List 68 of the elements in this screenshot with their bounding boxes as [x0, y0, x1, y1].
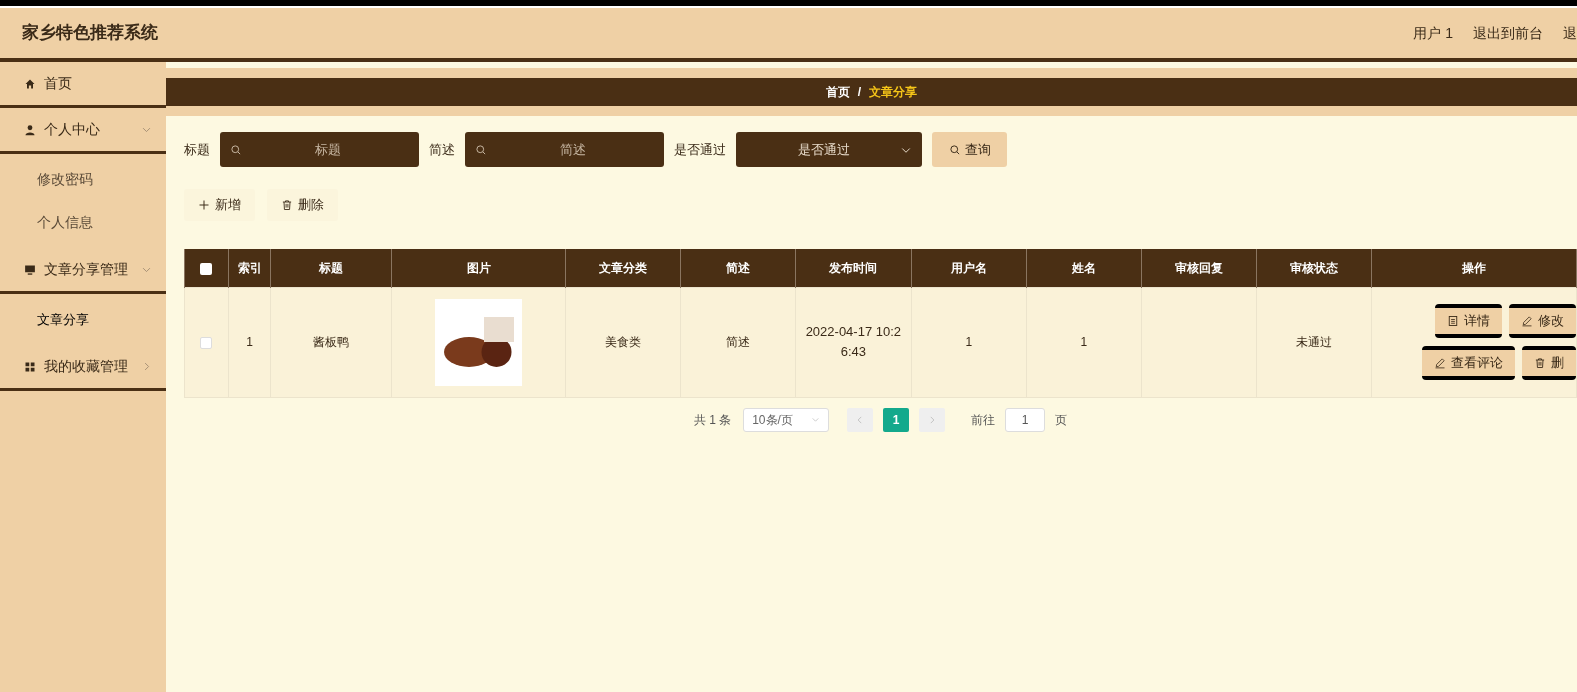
table-cell: 简述 — [725, 335, 750, 349]
document-icon — [1446, 315, 1459, 327]
delete-button[interactable]: 删除 — [267, 189, 338, 221]
breadcrumb-item[interactable]: 首页 — [825, 83, 850, 101]
page-number-field[interactable]: 1 — [1005, 407, 1046, 432]
table-cell: 1 — [246, 335, 253, 349]
pencil-icon — [1433, 357, 1446, 369]
sidebar-subitem[interactable]: 修改密码 — [0, 158, 166, 201]
column-header: 标题 — [270, 249, 392, 287]
total-count: 共 1 条 — [693, 411, 732, 429]
pencil-icon — [1520, 315, 1533, 327]
column-header: 索引 — [228, 249, 271, 287]
row-checkbox[interactable] — [200, 336, 213, 349]
header-link[interactable]: 退 — [1563, 22, 1577, 44]
sidebar-item[interactable]: 个人中心 — [0, 108, 166, 154]
column-header: 简述 — [680, 249, 796, 287]
trash-icon — [281, 199, 293, 211]
monitor-icon — [24, 263, 36, 276]
field-label: 简述 — [429, 140, 455, 159]
column-header: 文章分类 — [565, 249, 681, 287]
search-icon — [948, 143, 961, 156]
column-header: 操作 — [1371, 249, 1577, 287]
header-link[interactable]: 退出到前台 — [1473, 22, 1543, 44]
table-cell: 酱板鸭 — [313, 335, 350, 349]
column-header: 姓名 — [1026, 249, 1142, 287]
search-icon — [230, 144, 242, 156]
table-cell: 未通过 — [1295, 335, 1332, 349]
status-dropdown[interactable]: 是否通过 — [736, 132, 922, 167]
row-action-button[interactable]: 修改 — [1508, 304, 1576, 338]
search-field[interactable]: 标题 — [220, 132, 419, 167]
add-button[interactable]: 新增 — [184, 189, 255, 221]
previous-page-button[interactable] — [847, 407, 874, 432]
page-size-dropdown[interactable]: 10条/页 — [743, 407, 830, 432]
app-title: 家乡特色推荐系统 — [22, 22, 158, 45]
next-page-button[interactable] — [919, 407, 946, 432]
page-unit-label: 页 — [1055, 411, 1068, 429]
header-link[interactable]: 用户 1 — [1413, 22, 1453, 44]
row-action-button[interactable]: 删 — [1521, 346, 1576, 380]
sidebar-subitem[interactable]: 个人信息 — [0, 201, 166, 244]
goto-label: 前往 — [971, 411, 996, 429]
home-icon — [24, 77, 36, 90]
grid-icon — [24, 360, 36, 373]
person-icon — [24, 123, 36, 136]
search-field[interactable]: 简述 — [465, 132, 664, 167]
sidebar-item[interactable]: 我的收藏管理 — [0, 345, 166, 391]
row-action-button[interactable]: 详情 — [1434, 304, 1502, 338]
column-header: 审核回复 — [1141, 249, 1257, 287]
trash-icon — [1533, 357, 1546, 369]
sidebar-subitem[interactable]: 文章分享 — [0, 298, 166, 341]
column-header: 图片 — [391, 249, 566, 287]
column-header: 审核状态 — [1256, 249, 1372, 287]
breadcrumb-separator: / — [857, 84, 862, 101]
field-label: 是否通过 — [674, 140, 726, 159]
column-header: 用户名 — [911, 249, 1027, 287]
chevron-icon — [811, 415, 821, 424]
table-cell: 美食类 — [604, 335, 641, 349]
table-cell-text: 2022-04-17 10:26:43 — [804, 323, 903, 361]
select-all-checkbox[interactable] — [200, 262, 213, 275]
row-action-button[interactable]: 查看评论 — [1421, 346, 1515, 380]
field-label: 标题 — [184, 140, 210, 159]
search-button[interactable]: 查询 — [932, 132, 1007, 167]
column-header: 发布时间 — [795, 249, 912, 287]
breadcrumb-item: 文章分享 — [869, 84, 918, 101]
table-cell: 1 — [1080, 335, 1088, 349]
sidebar-item[interactable]: 文章分享管理 — [0, 248, 166, 294]
table-cell: 1 — [965, 335, 973, 349]
plus-icon — [198, 199, 210, 211]
search-icon — [475, 144, 487, 156]
